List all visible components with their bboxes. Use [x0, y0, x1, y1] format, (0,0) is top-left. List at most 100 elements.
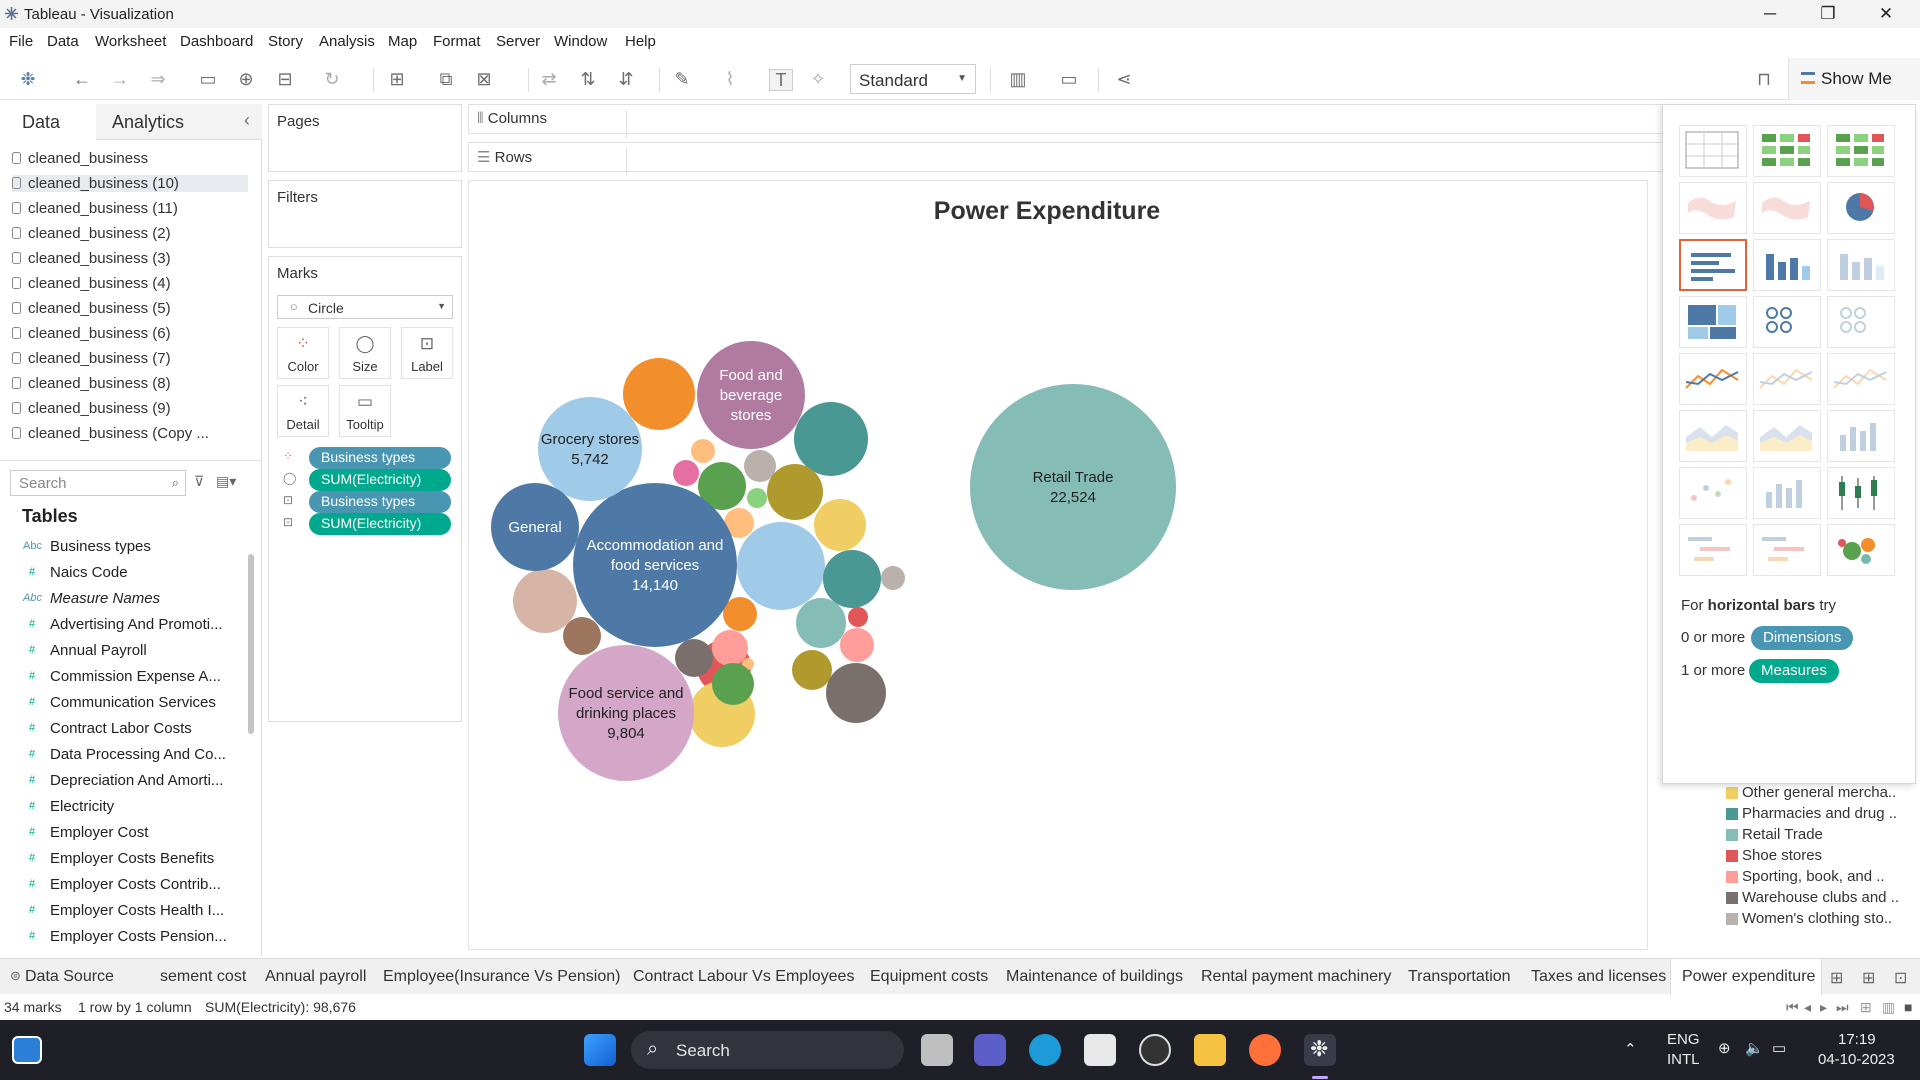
- field-item[interactable]: # Employer Costs Contrib...: [29, 876, 221, 893]
- widgets-icon[interactable]: [12, 1036, 42, 1064]
- clock-date[interactable]: 04-10-2023: [1818, 1051, 1895, 1068]
- highlight-icon[interactable]: ✎: [670, 69, 694, 89]
- collapse-pane-icon[interactable]: ‹: [244, 110, 250, 131]
- sorter-view-icon[interactable]: ⊞: [1860, 999, 1872, 1016]
- replay-icon[interactable]: ⇒: [146, 69, 170, 89]
- search-input[interactable]: Search ⌕: [10, 470, 186, 496]
- clear-sheet-icon[interactable]: ⊠: [472, 69, 496, 89]
- menu-dashboard[interactable]: Dashboard: [180, 33, 253, 50]
- tab-analytics-container[interactable]: Analytics ‹: [96, 104, 262, 140]
- chart-type-highlight-table[interactable]: [1827, 125, 1895, 177]
- sort-descending-icon[interactable]: ⇵: [614, 69, 638, 89]
- label-button[interactable]: ⊡ Label: [401, 327, 453, 379]
- chart-type-side-by-side-circles[interactable]: [1827, 296, 1895, 348]
- field-item[interactable]: Abc Business types: [23, 538, 151, 555]
- filmstrip-view-icon[interactable]: ▥: [1882, 999, 1895, 1016]
- new-story-icon[interactable]: ⊡: [1894, 968, 1907, 988]
- mark-type-dropdown[interactable]: ○ Circle ▼: [277, 295, 453, 319]
- field-item[interactable]: # Communication Services: [29, 694, 216, 711]
- chart-type-treemap[interactable]: [1679, 296, 1747, 348]
- field-item[interactable]: # Electricity: [29, 798, 114, 815]
- bubble-mark[interactable]: [792, 650, 832, 690]
- group-icon[interactable]: ⌇: [718, 69, 742, 89]
- chart-type-side-by-side-bars[interactable]: [1827, 239, 1895, 291]
- chart-type-histogram[interactable]: [1753, 467, 1821, 519]
- show-me-button[interactable]: Show Me: [1788, 58, 1920, 100]
- bubble-mark[interactable]: [881, 566, 905, 590]
- chart-type-filled-map[interactable]: [1753, 182, 1821, 234]
- bubble-mark[interactable]: [737, 522, 825, 610]
- columns-shelf[interactable]: ⦀ Columns: [468, 104, 1680, 138]
- legend-item[interactable]: Warehouse clubs and ..: [1726, 889, 1899, 906]
- edge-browser-icon[interactable]: [1029, 1034, 1061, 1066]
- menu-help[interactable]: Help: [625, 33, 656, 50]
- bubble-mark[interactable]: [712, 663, 754, 705]
- language-primary[interactable]: ENG: [1667, 1031, 1700, 1048]
- field-item[interactable]: # Employer Cost: [29, 824, 148, 841]
- field-item[interactable]: # Advertising And Promoti...: [29, 616, 223, 633]
- menu-analysis[interactable]: Analysis: [319, 33, 375, 50]
- dell-icon[interactable]: [1139, 1034, 1171, 1066]
- datasource-item[interactable]: cleaned_business (10): [12, 175, 248, 192]
- datasource-item[interactable]: cleaned_business (2): [12, 225, 171, 242]
- field-item[interactable]: # Employer Costs Health I...: [29, 902, 224, 919]
- restore-button[interactable]: ❐: [1813, 4, 1843, 24]
- tab-data-container[interactable]: Data: [0, 104, 96, 140]
- datasource-item[interactable]: cleaned_business (6): [12, 325, 171, 342]
- save-icon[interactable]: ▭: [196, 69, 220, 89]
- bubble-mark[interactable]: [744, 450, 776, 482]
- datasource-item[interactable]: cleaned_business (7): [12, 350, 171, 367]
- add-datasource-icon[interactable]: ⊕: [234, 69, 258, 89]
- datasource-item[interactable]: cleaned_business: [12, 150, 148, 167]
- menu-map[interactable]: Map: [388, 33, 417, 50]
- sort-ascending-icon[interactable]: ⇅: [576, 69, 600, 89]
- menu-file[interactable]: File: [9, 33, 33, 50]
- nav-last-icon[interactable]: ⏭: [1836, 999, 1849, 1016]
- tab-data[interactable]: Data: [22, 112, 60, 133]
- tab-sheet[interactable]: Contract Labour Vs Employees: [633, 968, 854, 986]
- chart-type-box-and-whisker[interactable]: [1827, 467, 1895, 519]
- chart-type-stacked-bars[interactable]: [1753, 239, 1821, 291]
- legend-item[interactable]: Retail Trade: [1726, 826, 1823, 843]
- menu-data[interactable]: Data: [47, 33, 79, 50]
- redo-icon[interactable]: →: [108, 69, 132, 89]
- firefox-icon[interactable]: [1249, 1034, 1281, 1066]
- tab-analytics[interactable]: Analytics: [112, 112, 184, 133]
- chart-type-bullet-graph[interactable]: [1753, 524, 1821, 576]
- teams-chat-icon[interactable]: [974, 1034, 1006, 1066]
- chart-type-circle-view[interactable]: [1753, 296, 1821, 348]
- bubble-mark[interactable]: [814, 499, 866, 551]
- new-worksheet-icon[interactable]: ⊞: [385, 69, 409, 89]
- tab-sheet[interactable]: Employee(Insurance Vs Pension): [383, 968, 620, 986]
- chart-type-scatter-plot[interactable]: [1679, 467, 1747, 519]
- tooltip-button[interactable]: ▭ Tooltip: [339, 385, 391, 437]
- detail-button[interactable]: ⁖ Detail: [277, 385, 329, 437]
- viz-canvas[interactable]: Power Expenditure Retail Trade 22,524 Acco…: [468, 180, 1648, 950]
- datasource-item[interactable]: cleaned_business (3): [12, 250, 171, 267]
- clock-time[interactable]: 17:19: [1838, 1031, 1876, 1048]
- field-item[interactable]: # Depreciation And Amorti...: [29, 772, 224, 789]
- undo-icon[interactable]: ←: [70, 69, 94, 89]
- tab-sheet[interactable]: Annual payroll: [265, 968, 366, 986]
- filter-fields-icon[interactable]: ⊽: [194, 473, 204, 490]
- bubble-mark[interactable]: [823, 550, 881, 608]
- bubble-mark[interactable]: [513, 569, 577, 633]
- datasource-item[interactable]: cleaned_business (4): [12, 275, 171, 292]
- datasource-item[interactable]: cleaned_business (9): [12, 400, 171, 417]
- chart-type-gantt-chart[interactable]: [1679, 524, 1747, 576]
- rows-shelf[interactable]: ☰ Rows: [468, 142, 1680, 176]
- fit-dropdown[interactable]: Standard ▼: [850, 64, 976, 94]
- filters-card[interactable]: Filters: [268, 180, 462, 248]
- microsoft-store-icon[interactable]: [1084, 1034, 1116, 1066]
- bubble-mark[interactable]: [767, 464, 823, 520]
- field-item[interactable]: # Employer Costs Benefits: [29, 850, 214, 867]
- chart-type-dual-lines[interactable]: [1827, 353, 1895, 405]
- chart-type-discrete-lines[interactable]: [1753, 353, 1821, 405]
- chart-type-symbol-map[interactable]: [1679, 182, 1747, 234]
- bubble-mark[interactable]: [563, 617, 601, 655]
- tab-sheet[interactable]: Rental payment machinery: [1201, 968, 1391, 986]
- tab-view-icon[interactable]: ■: [1904, 999, 1912, 1015]
- refresh-icon[interactable]: ↻: [320, 69, 344, 89]
- bubble-mark[interactable]: [848, 607, 868, 627]
- tab-sheet[interactable]: Maintenance of buildings: [1006, 968, 1183, 986]
